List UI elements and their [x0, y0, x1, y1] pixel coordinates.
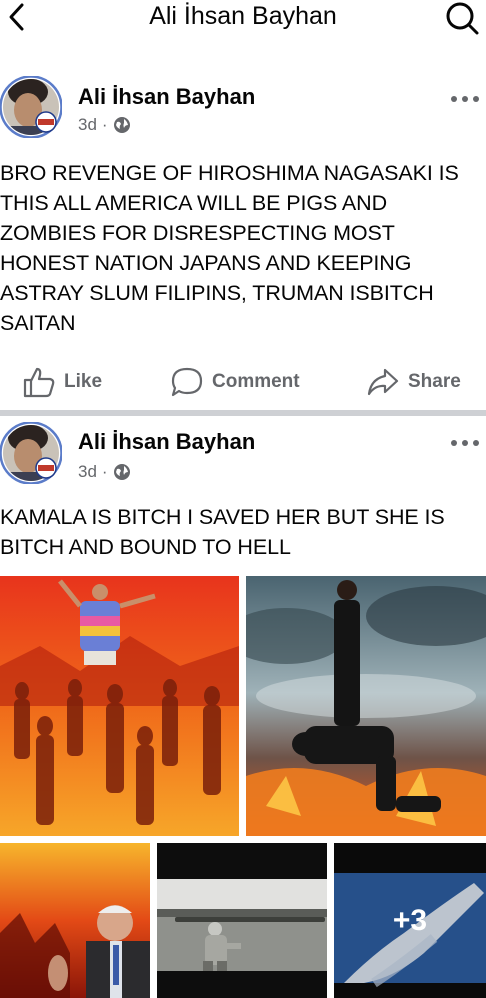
page-title: Ali İhsan Bayhan: [149, 2, 337, 30]
post-meta: 3d ·: [78, 461, 131, 483]
like-button[interactable]: Like: [22, 360, 102, 404]
more-horizontal-icon: [451, 96, 479, 102]
globe-icon: [113, 464, 130, 480]
thumbs-up-icon: [23, 367, 55, 398]
share-icon: [367, 368, 399, 396]
post-photo[interactable]: [246, 576, 486, 836]
comment-icon: [171, 367, 203, 397]
more-horizontal-icon: [451, 440, 479, 446]
globe-icon: [113, 117, 130, 133]
post-text: KAMALA IS BITCH I SAVED HER BUT SHE IS B…: [0, 505, 445, 559]
search-button[interactable]: [444, 0, 480, 36]
meta-separator: ·: [101, 115, 108, 134]
meta-separator: ·: [101, 462, 108, 481]
search-icon: [446, 2, 479, 35]
avatar[interactable]: [0, 421, 63, 485]
post-actions: Like Comment Share: [0, 360, 486, 404]
post-photo[interactable]: [0, 576, 239, 836]
post: Ali İhsan Bayhan 3d · KAMALA IS BITCH I …: [0, 416, 486, 998]
post-author[interactable]: Ali İhsan Bayhan: [78, 84, 255, 110]
post-time[interactable]: 3d: [78, 461, 97, 483]
more-photos-count[interactable]: +3: [334, 843, 486, 998]
post-text: BRO REVENGE OF HIROSHIMA NAGASAKI IS THI…: [0, 161, 459, 335]
like-label: Like: [64, 371, 103, 392]
post-meta: 3d ·: [78, 114, 131, 136]
share-button[interactable]: Share: [366, 360, 461, 404]
post: Ali İhsan Bayhan 3d · BRO REVENGE OF HIR…: [0, 72, 486, 410]
comment-label: Comment: [212, 371, 300, 392]
post-photo[interactable]: +3: [334, 843, 486, 998]
post-author[interactable]: Ali İhsan Bayhan: [78, 429, 255, 455]
more-options-button[interactable]: [450, 434, 480, 448]
share-label: Share: [408, 371, 461, 392]
post-time[interactable]: 3d: [78, 114, 97, 136]
comment-button[interactable]: Comment: [170, 360, 300, 404]
post-photo[interactable]: [0, 843, 150, 998]
post-photo[interactable]: [157, 843, 327, 998]
top-bar: Ali İhsan Bayhan: [0, 0, 486, 36]
avatar[interactable]: [0, 75, 63, 139]
more-options-button[interactable]: [450, 90, 480, 104]
